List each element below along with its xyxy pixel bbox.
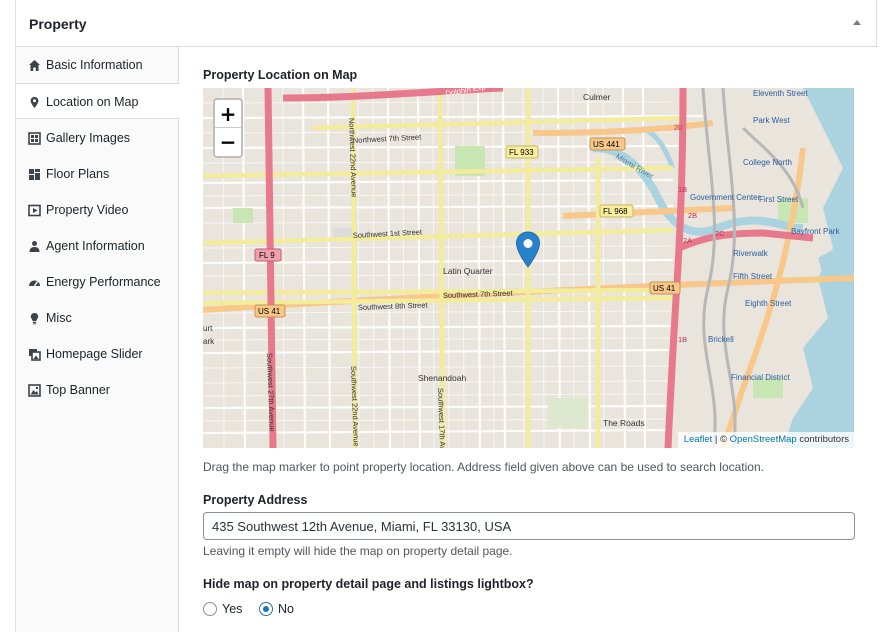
address-label: Property Address [203,493,308,507]
map-shield-us-41-left: US 41 [258,307,281,316]
map-marker-icon[interactable] [515,231,541,268]
location-panel: Property Location on Map Culmer Eleventh… [180,47,877,632]
leaflet-link[interactable]: Leaflet [684,434,713,445]
sidebar-item-label: Homepage Slider [46,347,143,361]
map-label-government-center: Government Center [690,193,761,202]
hide-map-no-radio[interactable] [259,602,273,616]
sidebar-item-label: Energy Performance [46,275,161,289]
property-address-input[interactable] [203,512,855,540]
hide-map-yes-label: Yes [222,602,243,616]
sidebar-item-misc[interactable]: Misc [16,300,179,336]
map-shield-fl-968: FL 968 [603,207,628,216]
home-icon [28,59,41,72]
sidebar-item-label: Agent Information [46,239,145,253]
address-help-text: Leaving it empty will hide the map on pr… [203,544,513,558]
radio-checked-dot [263,606,269,612]
map-shield-fl-933: FL 933 [509,148,534,157]
sidebar-item-agent-information[interactable]: Agent Information [16,228,179,264]
map-label-culmer: Culmer [583,92,611,102]
map-attribution: Leaflet | © OpenStreetMap contributors [677,432,854,448]
sidebar-item-label: Property Video [46,203,129,217]
hide-map-yes-radio[interactable] [203,602,217,616]
map-label-bayfront-park: Bayfront Park [791,227,840,236]
map-exit-2b: 2B [688,211,697,220]
metabox-title: Property [29,16,87,32]
map-label-brickell: Brickell [708,335,734,344]
map-label-eleventh-street: Eleventh Street [753,89,808,98]
sidebar-item-floor-plans[interactable]: Floor Plans [16,156,179,192]
map-pin-icon [28,96,41,109]
map-label-eighth-street: Eighth Street [745,299,792,308]
hide-map-label: Hide map on property detail page and lis… [203,577,534,591]
dashboard-icon [28,276,41,289]
map-label-court: urt [203,324,213,333]
map-label-riverwalk: Riverwalk [733,249,769,258]
map-exit-20: 20 [674,123,682,132]
map-shield-us-41-right: US 41 [653,284,676,293]
map-label-the-roads: The Roads [603,418,645,428]
sidebar-item-label: Floor Plans [46,167,110,181]
map-help-text: Drag the map marker to point property lo… [203,460,764,474]
map-label-college-north: College North [743,158,792,167]
sidebar-item-energy-performance[interactable]: Energy Performance [16,264,179,300]
map-label-financial-district: Financial District [731,373,790,382]
hide-map-no-option[interactable]: No [259,601,309,619]
gallery-icon [28,132,41,145]
agent-icon [28,240,41,253]
sidebar: Basic Information Location on Map Galler… [16,47,180,632]
map-label-park-west: Park West [753,116,791,125]
sidebar-item-label: Gallery Images [46,131,131,145]
sidebar-item-top-banner[interactable]: Top Banner [16,372,179,408]
property-metabox: Property Basic Information Location on M… [15,0,878,632]
sidebar-item-label: Location on Map [46,95,139,109]
image-icon [28,384,41,397]
attribution-separator: | © [712,434,730,445]
attribution-suffix: contributors [796,434,849,445]
map-label-fifth-street: Fifth Street [733,272,773,281]
sidebar-item-label: Misc [46,311,72,325]
property-map[interactable]: Culmer Eleventh Street Park West College… [203,88,854,448]
sidebar-item-gallery-images[interactable]: Gallery Images [16,120,179,156]
hide-map-no-label: No [278,602,294,616]
sidebar-item-location-on-map[interactable]: Location on Map [16,83,180,119]
video-icon [28,204,41,217]
zoom-in-button[interactable]: + [215,100,241,128]
triangle-up-icon[interactable] [850,15,864,29]
lightbulb-icon [28,312,41,325]
map-section-heading: Property Location on Map [203,68,358,82]
map-exit-1b: 1B [678,185,687,194]
map-label-shenandoah: Shenandoah [418,373,466,383]
floor-plan-icon [28,168,41,181]
sidebar-item-label: Top Banner [46,383,110,397]
map-exit-1b-south: 1B [678,335,687,344]
metabox-header: Property [16,0,878,47]
map-label-latin-quarter: Latin Quarter [443,266,493,276]
map-label-park-edge: ark [203,337,215,346]
map-shield-us-441: US 441 [593,140,620,149]
openstreetmap-link[interactable]: OpenStreetMap [730,434,797,445]
map-label-first-street: First Street [759,195,799,204]
zoom-control: + − [213,98,243,158]
sidebar-item-basic-information[interactable]: Basic Information [16,47,179,83]
map-exit-2a: 2A [683,236,692,245]
zoom-out-button[interactable]: − [215,128,241,156]
sidebar-item-homepage-slider[interactable]: Homepage Slider [16,336,179,372]
slides-icon [28,348,41,361]
sidebar-item-label: Basic Information [46,58,143,72]
hide-map-yes-option[interactable]: Yes [203,601,253,619]
sidebar-item-property-video[interactable]: Property Video [16,192,179,228]
map-shield-fl-9: FL 9 [259,251,275,260]
map-exit-2c: 2C [715,229,725,238]
